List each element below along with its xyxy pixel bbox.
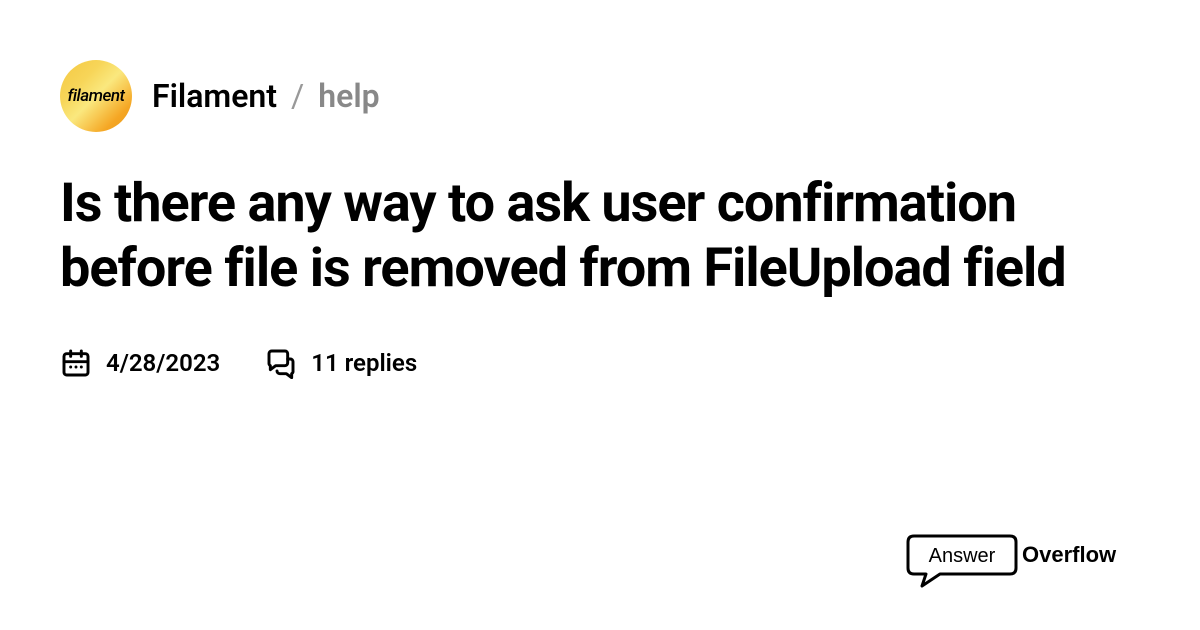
community-avatar: filament <box>60 60 132 132</box>
date-text: 4/28/2023 <box>106 349 220 377</box>
post-meta: 4/28/2023 11 replies <box>60 347 1140 379</box>
logo-text-left: Answer <box>929 545 996 567</box>
avatar-label: filament <box>68 86 125 106</box>
post-title: Is there any way to ask user confirmatio… <box>60 172 1140 302</box>
meta-date: 4/28/2023 <box>60 347 220 379</box>
calendar-icon <box>60 347 92 379</box>
logo-text-right: Overflow <box>1022 542 1117 567</box>
header: filament Filament / help <box>60 60 1140 132</box>
replies-text: 11 replies <box>311 349 417 377</box>
breadcrumb-channel: help <box>318 77 379 115</box>
answer-overflow-logo: Answer Overflow <box>900 530 1140 590</box>
meta-replies: 11 replies <box>265 347 417 379</box>
breadcrumb-community: Filament <box>152 77 277 115</box>
breadcrumb-separator: / <box>291 77 304 115</box>
breadcrumb: Filament / help <box>152 77 380 115</box>
replies-icon <box>265 347 297 379</box>
